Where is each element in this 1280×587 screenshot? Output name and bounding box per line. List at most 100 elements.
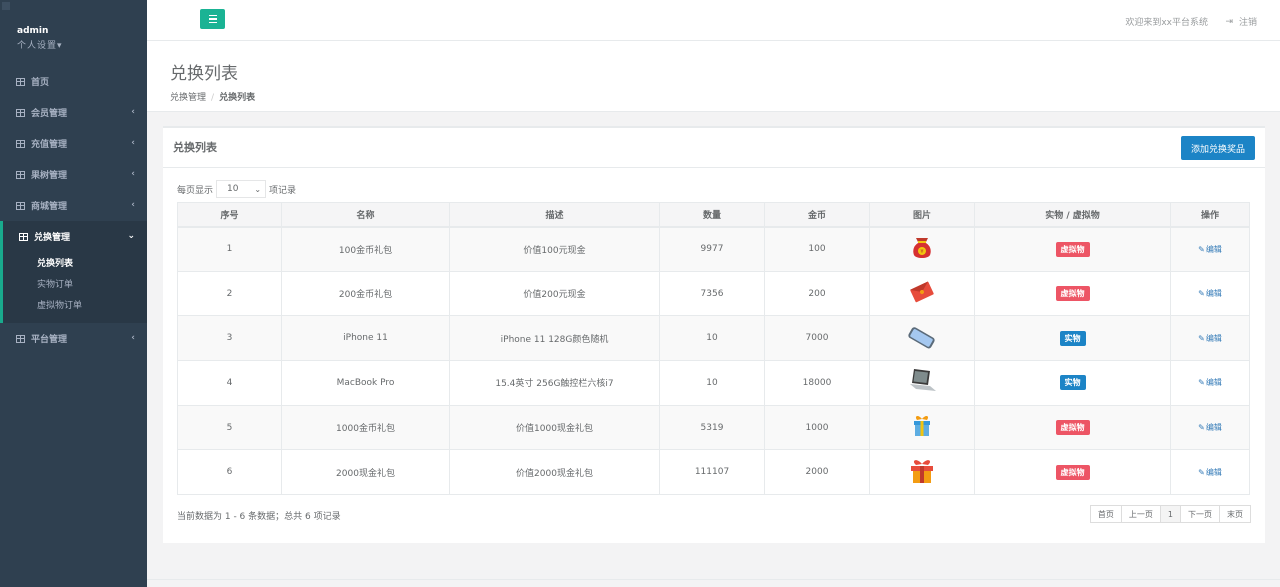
cell-image bbox=[869, 360, 975, 406]
cell-type: 实物 bbox=[974, 360, 1171, 406]
cell-id: 1 bbox=[177, 226, 282, 272]
column-header[interactable]: 图片 bbox=[869, 202, 975, 228]
edit-icon: ✎ bbox=[1198, 467, 1205, 477]
cell-qty: 7356 bbox=[659, 270, 765, 317]
table-icon bbox=[16, 139, 25, 148]
corner-icon bbox=[2, 2, 10, 10]
type-badge: 实物 bbox=[1059, 330, 1086, 346]
table-row: 2 200金币礼包 价值200元现金 7356 200 虚拟物 ✎编辑 bbox=[177, 270, 1250, 317]
chevron-left-icon: ‹ bbox=[131, 200, 135, 210]
page-button-2[interactable]: 1 bbox=[1159, 505, 1181, 524]
edit-link[interactable]: ✎编辑 bbox=[1198, 378, 1222, 387]
cell-action: ✎编辑 bbox=[1170, 404, 1250, 451]
top-navbar: 欢迎来到xx平台系统 ⇥ 注销 bbox=[147, 0, 1280, 41]
panel-header: 兑换列表 添加兑换奖品 bbox=[163, 128, 1265, 168]
cell-coins: 18000 bbox=[764, 360, 870, 406]
gift-box-blue-icon bbox=[908, 412, 936, 443]
chevron-left-icon: ‹ bbox=[131, 169, 135, 179]
page-button-1[interactable]: 上一页 bbox=[1120, 505, 1161, 524]
type-badge: 虚拟物 bbox=[1055, 464, 1090, 480]
cell-name: 2000现金礼包 bbox=[281, 449, 450, 496]
column-header[interactable]: 名称 bbox=[281, 202, 450, 228]
column-header[interactable]: 描述 bbox=[449, 202, 660, 228]
cell-type: 虚拟物 bbox=[974, 449, 1171, 496]
edit-icon: ✎ bbox=[1198, 378, 1205, 388]
money-bag-icon: ¥ bbox=[909, 235, 935, 264]
table-icon bbox=[16, 201, 25, 210]
cell-image bbox=[869, 315, 975, 362]
cell-name: 200金币礼包 bbox=[281, 270, 450, 317]
type-badge: 虚拟物 bbox=[1055, 286, 1090, 302]
svg-text:¥: ¥ bbox=[920, 249, 923, 255]
sidebar-item-6[interactable]: 平台管理 ‹ bbox=[0, 323, 147, 354]
table-icon bbox=[19, 232, 28, 241]
cell-action: ✎编辑 bbox=[1170, 315, 1250, 362]
cell-name: iPhone 11 bbox=[281, 315, 450, 362]
cell-desc: 价值200元现金 bbox=[449, 270, 660, 317]
edit-icon: ✎ bbox=[1198, 333, 1205, 343]
page-length-select[interactable]: 10 ⌄ bbox=[216, 180, 267, 198]
cell-type: 虚拟物 bbox=[974, 226, 1171, 272]
table-row: 4 MacBook Pro 15.4英寸 256G触控栏六核i7 10 18000 实物 ✎… bbox=[177, 360, 1250, 406]
cell-desc: 15.4英寸 256G触控栏六核i7 bbox=[449, 360, 660, 406]
cell-name: MacBook Pro bbox=[281, 360, 450, 406]
cell-id: 2 bbox=[177, 270, 282, 317]
page-heading: 兑换列表 兑换管理 / 兑换列表 bbox=[147, 41, 1280, 112]
edit-link[interactable]: ✎编辑 bbox=[1198, 245, 1222, 254]
table-icon bbox=[16, 334, 25, 343]
type-badge: 实物 bbox=[1059, 375, 1086, 391]
chevron-left-icon: ‹ bbox=[131, 107, 135, 117]
cell-name: 1000金币礼包 bbox=[281, 404, 450, 451]
column-header[interactable]: 金币 bbox=[764, 202, 870, 228]
edit-link[interactable]: ✎编辑 bbox=[1198, 289, 1222, 298]
chevron-left-icon: ‹ bbox=[131, 138, 135, 148]
cell-desc: iPhone 11 128G颜色随机 bbox=[449, 315, 660, 362]
submenu-item-2[interactable]: 虚拟物订单 bbox=[3, 296, 147, 317]
cell-coins: 2000 bbox=[764, 449, 870, 496]
breadcrumb-parent[interactable]: 兑换管理 bbox=[170, 93, 206, 103]
cell-type: 虚拟物 bbox=[974, 270, 1171, 317]
column-header[interactable]: 数量 bbox=[659, 202, 765, 228]
footer-divider bbox=[147, 579, 1280, 580]
chevron-down-icon: ⌄ bbox=[127, 231, 135, 241]
sidebar-item-2[interactable]: 充值管理 ‹ bbox=[0, 128, 147, 159]
add-prize-button[interactable]: 添加兑换奖品 bbox=[1181, 136, 1255, 160]
sidebar-item-4[interactable]: 商城管理 ‹ bbox=[0, 190, 147, 221]
table-row: 1 100金币礼包 价值100元现金 9977 100 ¥ 虚拟物 ✎编辑 bbox=[177, 226, 1250, 272]
cell-qty: 111107 bbox=[659, 449, 765, 496]
cell-action: ✎编辑 bbox=[1170, 270, 1250, 317]
sidebar-item-1[interactable]: 会员管理 ‹ bbox=[0, 97, 147, 128]
profile-section: admin 个人设置▾ bbox=[0, 0, 147, 66]
column-header[interactable]: 实物 / 虚拟物 bbox=[974, 202, 1171, 228]
sidebar: admin 个人设置▾ 首页 会员管理 ‹ 充值管理 ‹ 果树管理 ‹ 商城管理 ‹ 兑换管理 ⌄ 兑… bbox=[0, 0, 147, 587]
sidebar-item-0[interactable]: 首页 bbox=[0, 66, 147, 97]
chevron-left-icon: ‹ bbox=[131, 333, 135, 343]
page-length-control: 每页显示 10 ⌄ 项记录 bbox=[177, 180, 1251, 198]
cell-image bbox=[869, 449, 975, 496]
page-title: 兑换列表 bbox=[170, 64, 238, 84]
submenu-item-1[interactable]: 实物订单 bbox=[3, 275, 147, 296]
page-button-0[interactable]: 首页 bbox=[1089, 505, 1122, 524]
edit-link[interactable]: ✎编辑 bbox=[1198, 468, 1222, 477]
table-row: 3 iPhone 11 iPhone 11 128G颜色随机 10 7000 实物 ✎编辑 bbox=[177, 315, 1250, 362]
cell-type: 实物 bbox=[974, 315, 1171, 362]
sidebar-item-3[interactable]: 果树管理 ‹ bbox=[0, 159, 147, 190]
submenu-item-0[interactable]: 兑换列表 bbox=[3, 254, 147, 275]
cell-image bbox=[869, 404, 975, 451]
page-button-3[interactable]: 下一页 bbox=[1180, 505, 1220, 524]
type-badge: 虚拟物 bbox=[1055, 241, 1090, 257]
edit-link[interactable]: ✎编辑 bbox=[1198, 423, 1222, 432]
column-header[interactable]: 操作 bbox=[1170, 202, 1250, 228]
menu-toggle-button[interactable] bbox=[200, 9, 225, 29]
page-button-4[interactable]: 末页 bbox=[1219, 505, 1251, 524]
username: admin bbox=[17, 26, 49, 36]
exchange-list-panel: 兑换列表 添加兑换奖品 每页显示 10 ⌄ 项记录 序号 名称 描述 数量 金币 图片 实物 … bbox=[163, 126, 1265, 543]
personal-settings-dropdown[interactable]: 个人设置▾ bbox=[17, 38, 147, 51]
edit-link[interactable]: ✎编辑 bbox=[1198, 334, 1222, 343]
cell-type: 虚拟物 bbox=[974, 404, 1171, 451]
column-header[interactable]: 序号 bbox=[177, 202, 282, 228]
logout-link[interactable]: ⇥ 注销 bbox=[1225, 15, 1257, 29]
cell-coins: 7000 bbox=[764, 315, 870, 362]
sidebar-item-5[interactable]: 兑换管理 ⌄ bbox=[0, 221, 147, 252]
edit-icon: ✎ bbox=[1198, 289, 1205, 299]
